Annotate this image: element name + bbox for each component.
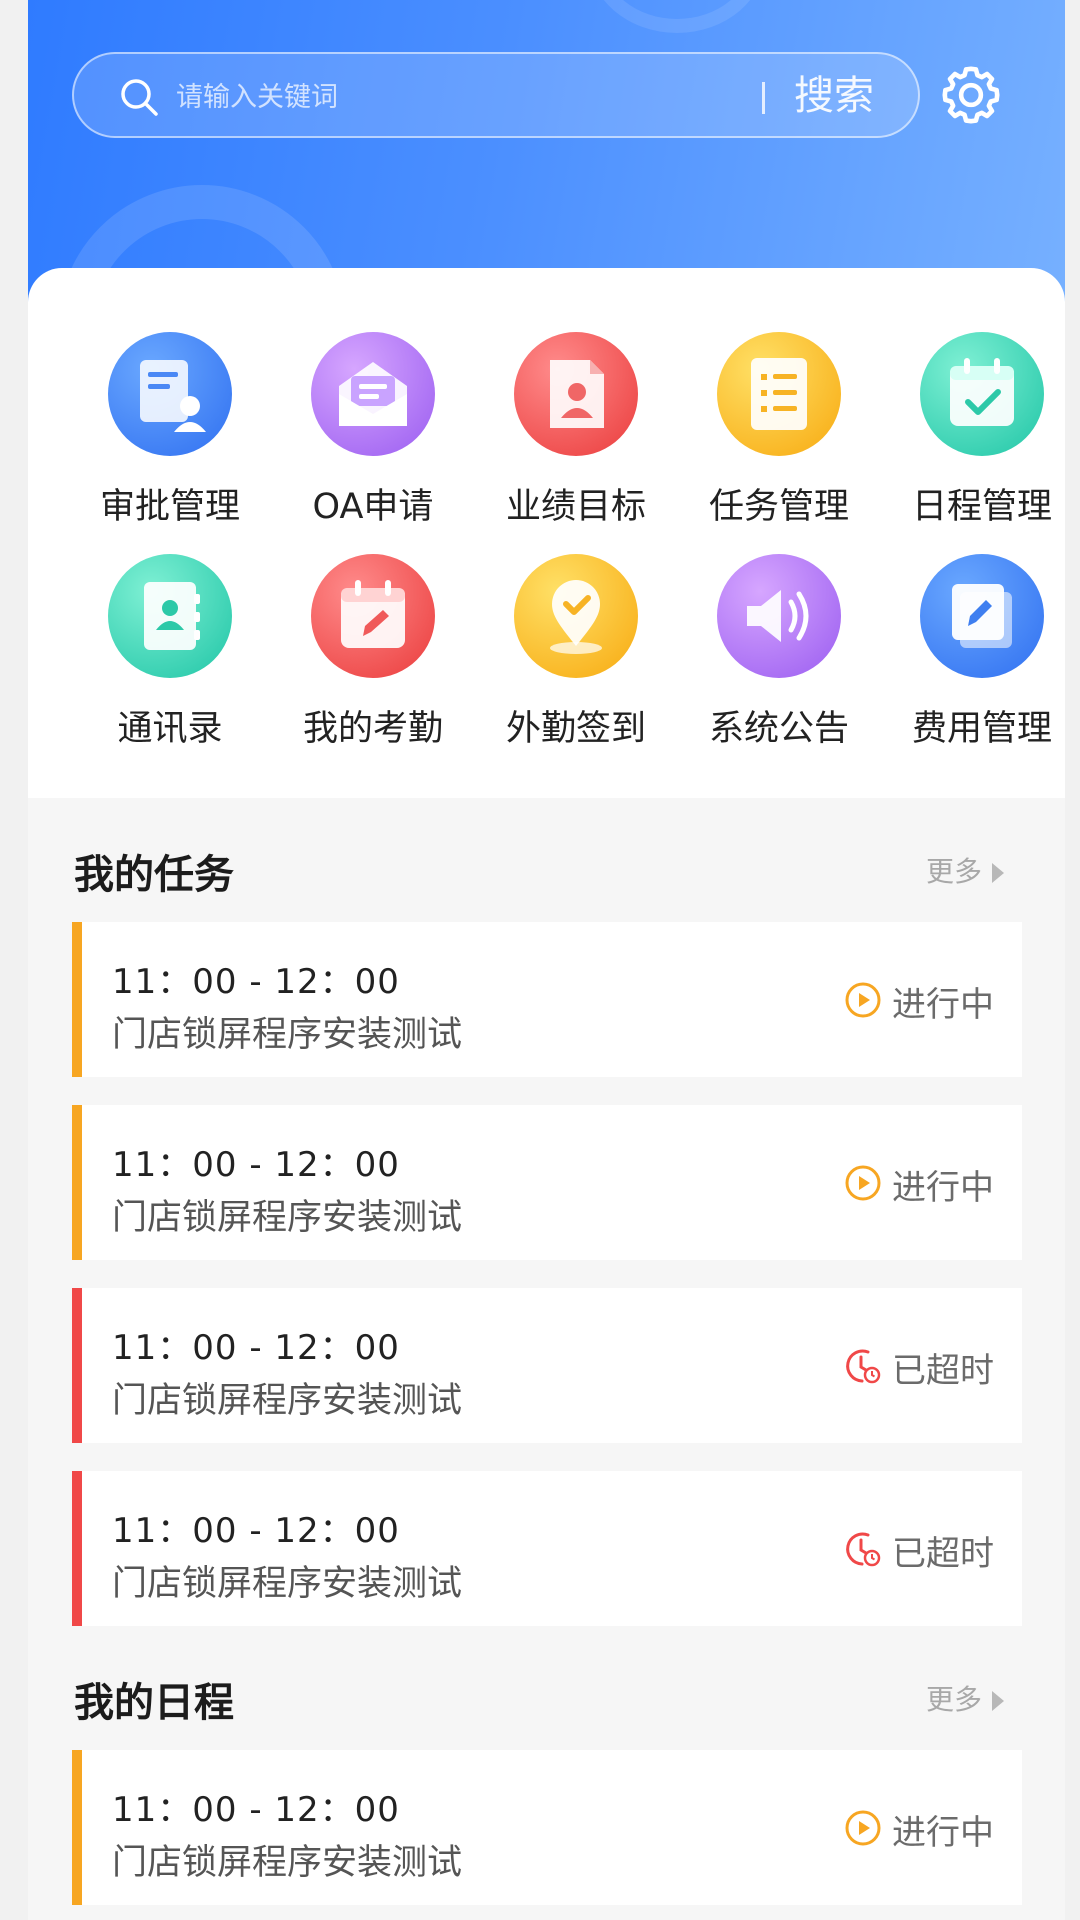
mail-icon	[339, 362, 407, 426]
calendar-edit-icon	[341, 580, 405, 648]
edit-note-icon	[952, 584, 1012, 648]
speaker-icon	[747, 590, 809, 642]
status-stripe	[72, 1750, 82, 1905]
schedule-more-link[interactable]: 更多	[926, 1678, 1005, 1718]
task-status: 已超时	[892, 1534, 994, 1574]
task-status: 已超时	[892, 1351, 994, 1391]
section-title-schedule: 我的日程	[74, 1680, 234, 1726]
task-title: 门店锁屏程序安装测试	[112, 1564, 463, 1604]
play-circle-icon	[845, 1810, 881, 1846]
tasklist-icon	[751, 358, 807, 430]
schedule-time: 11：00 - 12：00	[112, 1790, 400, 1830]
schedule-title: 门店锁屏程序安装测试	[112, 1843, 463, 1883]
approval-icon	[140, 360, 206, 432]
task-status: 进行中	[892, 985, 994, 1025]
tasks-more-link[interactable]: 更多	[926, 850, 1005, 890]
task-time: 11：00 - 12：00	[112, 962, 400, 1002]
task-row[interactable]: 11：00 - 12：00 门店锁屏程序安装测试 已超时	[72, 1471, 1022, 1626]
status-stripe	[72, 1105, 82, 1260]
header-banner: 搜索	[28, 0, 1065, 305]
grid-item-expense[interactable]: 费用管理	[876, 554, 1065, 754]
task-row[interactable]: 11：00 - 12：00 门店锁屏程序安装测试 已超时	[72, 1288, 1022, 1443]
overdue-clock-icon	[846, 1532, 881, 1567]
task-time: 11：00 - 12：00	[112, 1328, 400, 1368]
location-icon	[550, 580, 602, 654]
task-row[interactable]: 11：00 - 12：00 门店锁屏程序安装测试 进行中	[72, 1105, 1022, 1260]
grid-item-approval[interactable]: 审批管理	[64, 332, 264, 532]
decor-ring	[588, 0, 766, 33]
task-title: 门店锁屏程序安装测试	[112, 1381, 463, 1421]
grid-item-field-checkin[interactable]: 外勤签到	[470, 554, 670, 754]
schedule-status: 进行中	[892, 1813, 994, 1853]
app-screen: 搜索 审批管理	[28, 0, 1065, 1920]
grid-label: 业绩目标	[505, 487, 646, 527]
play-circle-icon	[845, 982, 881, 1018]
report-icon	[550, 360, 604, 428]
calendar-check-icon	[950, 358, 1014, 426]
search-bar[interactable]: 搜索	[72, 52, 920, 138]
task-status: 进行中	[892, 1168, 994, 1208]
caret-right-icon	[992, 863, 1005, 883]
grid-label: 日程管理	[911, 487, 1052, 527]
caret-right-icon	[992, 1691, 1005, 1711]
search-input[interactable]	[174, 70, 678, 124]
more-label: 更多	[926, 855, 983, 888]
task-time: 11：00 - 12：00	[112, 1145, 400, 1185]
grid-item-attendance[interactable]: 我的考勤	[267, 554, 467, 754]
status-stripe	[72, 1471, 82, 1626]
task-title: 门店锁屏程序安装测试	[112, 1198, 463, 1238]
grid-item-task-manage[interactable]: 任务管理	[673, 332, 873, 532]
status-stripe	[72, 1288, 82, 1443]
task-title: 门店锁屏程序安装测试	[112, 1015, 463, 1055]
overdue-clock-icon	[846, 1349, 881, 1384]
grid-item-contacts[interactable]: 通讯录	[64, 554, 264, 754]
grid-label: 任务管理	[708, 487, 849, 527]
grid-item-announcement[interactable]: 系统公告	[673, 554, 873, 754]
grid-item-oa-apply[interactable]: OA申请	[267, 332, 467, 532]
task-row[interactable]: 11：00 - 12：00 门店锁屏程序安装测试 进行中	[72, 922, 1022, 1077]
section-title-tasks: 我的任务	[74, 852, 234, 898]
task-time: 11：00 - 12：00	[112, 1511, 400, 1551]
grid-label: 审批管理	[99, 487, 240, 527]
schedule-row[interactable]: 11：00 - 12：00 门店锁屏程序安装测试 进行中	[72, 1750, 1022, 1905]
grid-label: 外勤签到	[505, 709, 646, 749]
search-button[interactable]: 搜索	[794, 70, 874, 122]
feature-grid: 审批管理 OA申请 业绩目标 任务管理 日程管理 通讯录 我的考勤 外勤签到 系…	[28, 268, 1065, 798]
settings-gear-icon[interactable]	[934, 58, 1008, 132]
status-stripe	[72, 922, 82, 1077]
grid-item-performance[interactable]: 业绩目标	[470, 332, 670, 532]
grid-label: 费用管理	[911, 709, 1052, 749]
contacts-icon	[144, 582, 200, 650]
grid-label: 通讯录	[117, 709, 223, 749]
play-circle-icon	[845, 1165, 881, 1201]
search-icon	[121, 79, 158, 116]
grid-label: 我的考勤	[302, 709, 443, 749]
search-divider	[762, 82, 765, 114]
more-label: 更多	[926, 1683, 983, 1716]
grid-item-schedule-manage[interactable]: 日程管理	[876, 332, 1065, 532]
grid-label: OA申请	[312, 487, 434, 527]
grid-label: 系统公告	[708, 709, 849, 749]
